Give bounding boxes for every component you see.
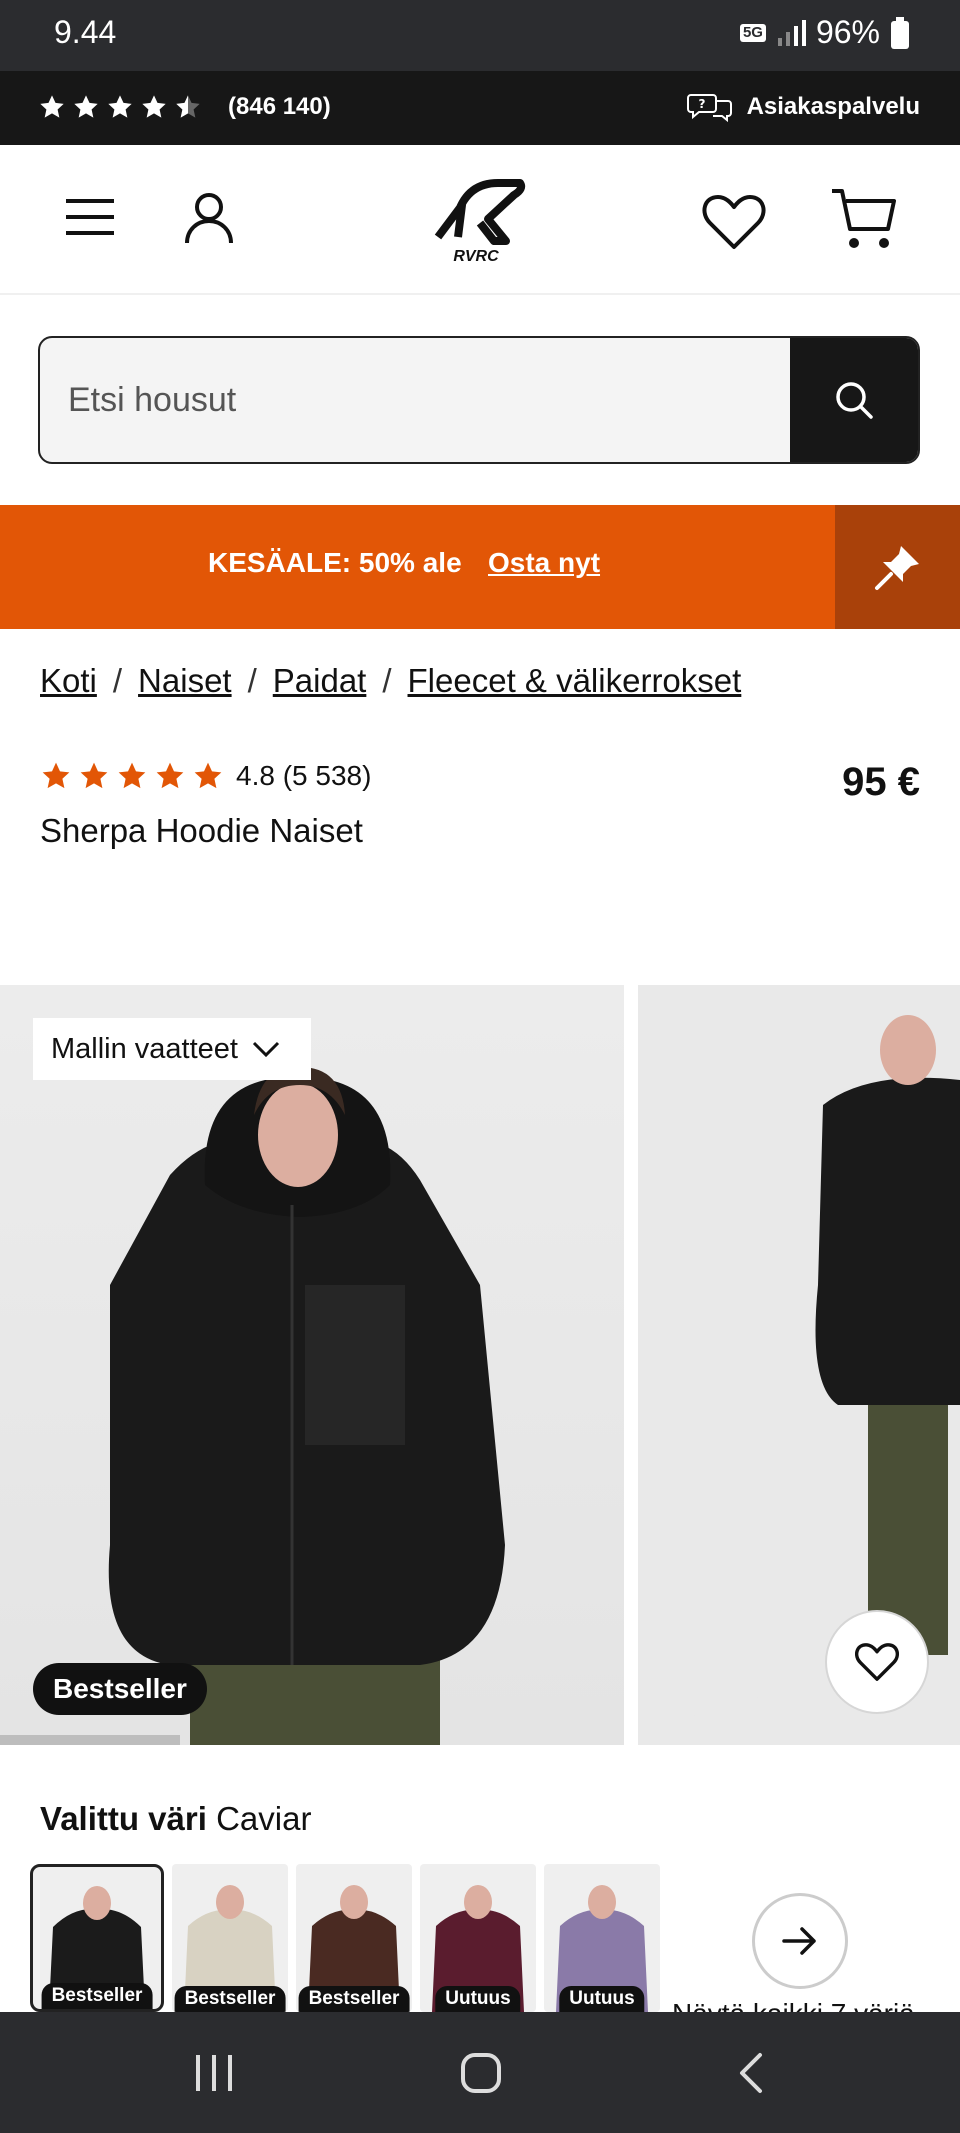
bestseller-badge: Bestseller xyxy=(33,1663,207,1715)
battery-icon xyxy=(891,16,909,49)
rating-strip: (846 140) ? Asiakaspalvelu xyxy=(0,71,960,145)
star-icon xyxy=(108,95,132,118)
wishlist-icon[interactable] xyxy=(702,193,766,251)
home-icon[interactable] xyxy=(460,2052,502,2094)
search-bar xyxy=(38,336,920,464)
search-input[interactable] xyxy=(40,338,794,462)
gallery-progress xyxy=(0,1735,180,1745)
chevron-down-icon xyxy=(252,1041,280,1057)
back-icon[interactable] xyxy=(738,2052,764,2094)
battery-text: 96% xyxy=(815,14,880,50)
product-rating[interactable]: 4.8 (5 538) xyxy=(40,760,371,792)
selected-color-value: Caviar xyxy=(216,1800,312,1837)
color-swatch[interactable]: Uutuus xyxy=(420,1864,536,2012)
star-icon xyxy=(118,762,146,789)
star-icon xyxy=(40,95,64,118)
color-swatch[interactable]: Bestseller xyxy=(172,1864,288,2012)
breadcrumb-shirts[interactable]: Paidat xyxy=(273,662,367,700)
status-time: 9.44 xyxy=(54,14,117,50)
show-all-colors-button[interactable] xyxy=(752,1893,848,1989)
promo-banner: KESÄALE: 50% ale Osta nyt xyxy=(0,505,960,629)
review-count: (846 140) xyxy=(228,93,331,120)
overall-stars xyxy=(38,93,202,121)
pin-icon xyxy=(874,546,919,590)
half-star-icon xyxy=(176,95,200,118)
swatch-badge: Uutuus xyxy=(559,1986,645,2012)
menu-icon[interactable] xyxy=(66,197,114,237)
color-swatch[interactable]: Bestseller xyxy=(30,1864,164,2012)
recent-apps-icon[interactable] xyxy=(194,2055,234,2091)
breadcrumb-separator: / xyxy=(247,662,257,699)
status-icons: 5G 96% xyxy=(739,14,910,51)
breadcrumb-separator: / xyxy=(382,662,392,699)
rvrc-logo-mark: RVRC xyxy=(434,179,526,265)
cart-icon[interactable] xyxy=(830,187,898,253)
color-swatches: Bestseller Bestseller Bestseller Uutuus … xyxy=(30,1864,660,2012)
star-icon xyxy=(142,95,166,118)
status-bar: 9.44 5G 96% xyxy=(0,0,960,71)
product-gallery[interactable]: Mallin vaatteet Bestseller xyxy=(0,985,960,1745)
brand-logo[interactable]: RVRC xyxy=(428,175,532,267)
rating-value: 4.8 (5 538) xyxy=(236,760,372,791)
pin-button[interactable] xyxy=(835,505,960,629)
customer-service-link[interactable]: ? Asiakaspalvelu xyxy=(686,91,920,123)
star-icon xyxy=(156,762,184,789)
swatch-badge: Bestseller xyxy=(174,1986,286,2012)
model-clothes-label: Mallin vaatteet xyxy=(51,1032,238,1065)
color-swatch[interactable]: Uutuus xyxy=(544,1864,660,2012)
search-button[interactable] xyxy=(790,338,918,462)
breadcrumb-fleeces[interactable]: Fleecet & välikerrokset xyxy=(408,662,742,700)
svg-text:RVRC: RVRC xyxy=(453,248,499,265)
signal-icon xyxy=(777,19,806,46)
selected-color: Valittu väri Caviar xyxy=(40,1800,311,1838)
product-image-front[interactable]: Mallin vaatteet Bestseller xyxy=(0,985,624,1745)
arrow-right-icon xyxy=(782,1927,816,1955)
network-icon: 5G xyxy=(739,23,766,42)
customer-service-label: Asiakaspalvelu xyxy=(746,93,920,120)
chat-bubble-icon: ? xyxy=(686,94,732,123)
breadcrumb-home[interactable]: Koti xyxy=(40,662,97,700)
system-nav-bar xyxy=(0,2012,960,2133)
model-photo xyxy=(108,1066,505,1745)
site-header: RVRC xyxy=(0,145,960,295)
star-icon xyxy=(194,762,222,789)
add-to-wishlist-button[interactable] xyxy=(825,1610,929,1714)
search-icon xyxy=(836,382,873,419)
promo-cta-link[interactable]: Osta nyt xyxy=(488,547,600,579)
svg-text:?: ? xyxy=(698,97,705,111)
model-clothes-dropdown[interactable]: Mallin vaatteet xyxy=(33,1018,311,1080)
star-icon xyxy=(80,762,108,789)
selected-color-label: Valittu väri xyxy=(40,1800,207,1837)
breadcrumb-women[interactable]: Naiset xyxy=(138,662,232,700)
product-price: 95 € xyxy=(842,760,920,804)
breadcrumb: Koti / Naiset / Paidat / Fleecet & välik… xyxy=(40,662,741,700)
promo-text: KESÄALE: 50% ale xyxy=(208,547,462,578)
heart-icon xyxy=(855,1643,899,1681)
swatch-badge: Uutuus xyxy=(435,1986,521,2012)
breadcrumb-separator: / xyxy=(112,662,123,699)
account-icon[interactable] xyxy=(184,191,234,245)
color-swatch[interactable]: Bestseller xyxy=(296,1864,412,2012)
star-icon xyxy=(42,762,70,789)
swatch-badge: Bestseller xyxy=(41,1983,153,2009)
swatch-badge: Bestseller xyxy=(298,1986,410,2012)
star-icon xyxy=(74,95,98,118)
product-title: Sherpa Hoodie Naiset xyxy=(40,812,363,849)
